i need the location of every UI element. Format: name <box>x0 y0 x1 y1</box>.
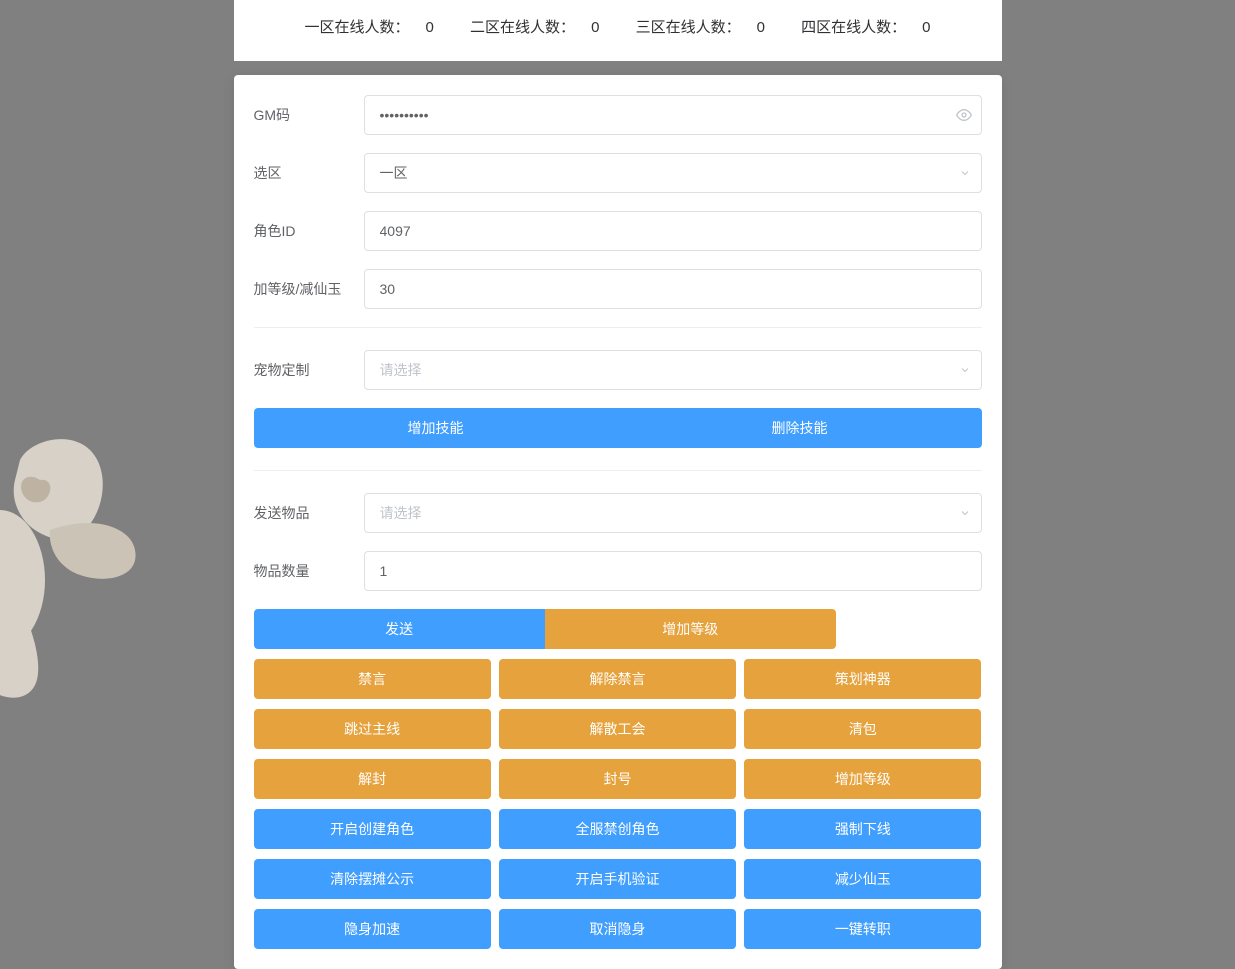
gm-code-label: GM码 <box>254 105 364 125</box>
unban-button[interactable]: 解封 <box>254 759 491 799</box>
disable-create-role-button[interactable]: 全服禁创角色 <box>499 809 736 849</box>
divider <box>254 470 982 471</box>
chevron-down-icon <box>959 167 971 179</box>
disband-guild-button[interactable]: 解散工会 <box>499 709 736 749</box>
item-count-input[interactable] <box>364 551 982 591</box>
reduce-jade-button[interactable]: 减少仙玉 <box>744 859 981 899</box>
enable-create-role-button[interactable]: 开启创建角色 <box>254 809 491 849</box>
mute-button[interactable]: 禁言 <box>254 659 491 699</box>
zone2-online-label: 二区在线人数：0 <box>462 19 607 36</box>
pet-custom-label: 宠物定制 <box>254 360 364 380</box>
zone-select[interactable]: 一区 <box>364 153 982 193</box>
send-button[interactable]: 发送 <box>254 609 545 649</box>
enable-phone-verify-button[interactable]: 开启手机验证 <box>499 859 736 899</box>
one-click-class-change-button[interactable]: 一键转职 <box>744 909 981 949</box>
level-jade-input[interactable] <box>364 269 982 309</box>
zone-select-value: 一区 <box>380 163 408 183</box>
chevron-down-icon <box>959 507 971 519</box>
delete-skill-button[interactable]: 删除技能 <box>618 408 982 448</box>
zone3-online-label: 三区在线人数：0 <box>628 19 773 36</box>
zone1-online-label: 一区在线人数：0 <box>297 19 442 36</box>
main-form-card: GM码 选区 一区 <box>234 75 1002 969</box>
planner-artifact-button[interactable]: 策划神器 <box>744 659 981 699</box>
force-offline-button[interactable]: 强制下线 <box>744 809 981 849</box>
online-stats-bar: 一区在线人数：0 二区在线人数：0 三区在线人数：0 四区在线人数：0 <box>234 0 1002 61</box>
skip-mainline-button[interactable]: 跳过主线 <box>254 709 491 749</box>
unmute-button[interactable]: 解除禁言 <box>499 659 736 699</box>
add-skill-button[interactable]: 增加技能 <box>254 408 618 448</box>
role-id-input[interactable] <box>364 211 982 251</box>
pet-custom-placeholder: 请选择 <box>380 360 422 380</box>
zone4-online-label: 四区在线人数：0 <box>793 19 938 36</box>
zone-label: 选区 <box>254 163 364 183</box>
stealth-speedup-button[interactable]: 隐身加速 <box>254 909 491 949</box>
item-count-label: 物品数量 <box>254 561 364 581</box>
pet-custom-select[interactable]: 请选择 <box>364 350 982 390</box>
send-item-select[interactable]: 请选择 <box>364 493 982 533</box>
cancel-stealth-button[interactable]: 取消隐身 <box>499 909 736 949</box>
clear-bag-button[interactable]: 清包 <box>744 709 981 749</box>
divider <box>254 327 982 328</box>
send-item-placeholder: 请选择 <box>380 503 422 523</box>
add-level-button-top[interactable]: 增加等级 <box>545 609 836 649</box>
role-id-label: 角色ID <box>254 221 364 241</box>
send-item-label: 发送物品 <box>254 503 364 523</box>
level-jade-label: 加等级/减仙玉 <box>254 279 364 299</box>
eye-icon[interactable] <box>956 107 972 123</box>
clear-stall-notice-button[interactable]: 清除摆摊公示 <box>254 859 491 899</box>
ban-button[interactable]: 封号 <box>499 759 736 799</box>
background-illustration <box>0 420 140 720</box>
add-level-button[interactable]: 增加等级 <box>744 759 981 799</box>
gm-code-input[interactable] <box>364 95 982 135</box>
chevron-down-icon <box>959 364 971 376</box>
